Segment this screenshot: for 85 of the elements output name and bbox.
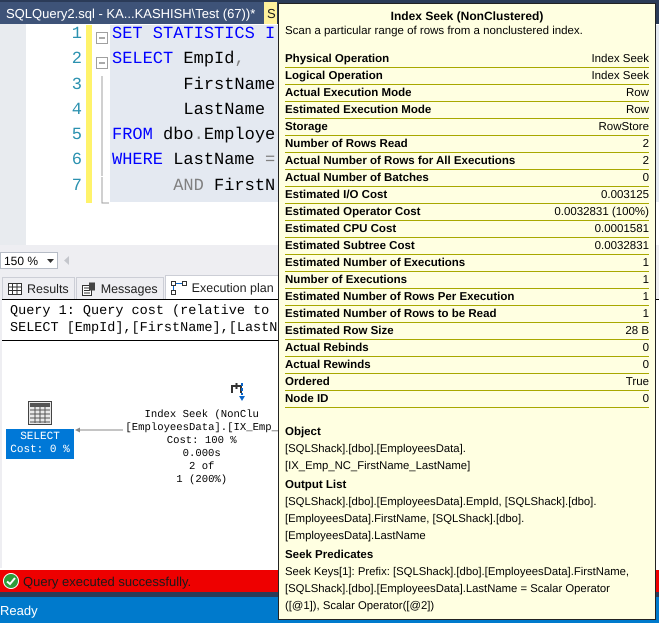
section-text: [SQLShack].[dbo].[EmployeesData]. [IX_Emp_NC_FirstName_LastName] <box>285 442 472 474</box>
result-tab[interactable]: Messages <box>76 277 164 299</box>
code-line: SELECT EmpId, <box>112 50 245 70</box>
property-value: 1 <box>642 307 649 322</box>
property-value: 2 <box>642 137 649 152</box>
line-number: 1 <box>70 25 82 46</box>
property-value: Row <box>626 103 649 118</box>
caret-icon <box>47 258 54 262</box>
property-label: Estimated Execution Mode <box>285 103 432 118</box>
property-value: 0 <box>642 358 649 373</box>
property-value: Row <box>626 86 649 101</box>
line-number: 7 <box>70 176 82 198</box>
property-value: 0.0001581 <box>594 222 649 237</box>
property-value: 0.003125 <box>601 188 649 203</box>
section-heading: Output List <box>285 478 348 493</box>
property-value: 0 <box>642 392 649 407</box>
line-number: 6 <box>70 151 82 172</box>
property-label: Number of Rows Read <box>285 137 408 152</box>
line-number: 5 <box>70 126 82 148</box>
section-text: [SQLShack].[dbo].[EmployeesData].EmpId, [SQLShack].[dbo]. [EmployeesData].FirstName, [SQLShack].[dbo]. [EmployeesData].LastName <box>285 495 598 544</box>
check-icon <box>3 573 19 589</box>
property-label: Estimated I/O Cost <box>285 188 388 203</box>
property-value: 1 <box>642 290 649 305</box>
property-label: Actual Number of Batches <box>285 171 429 186</box>
section-text: Seek Keys[1]: Prefix: [SQLShack].[dbo].[EmployeesData].FirstName, [SQLShack].[dbo].[EmployeesData].LastName = Scalar Operator ([@1]), Scalar Operator([@2]) <box>285 565 630 614</box>
tooltip-title: Index Seek (NonClustered) <box>390 8 544 24</box>
property-label: Actual Rewinds <box>285 358 371 373</box>
plan-node-label[interactable]: SELECT Cost: 0 % <box>6 429 74 459</box>
code-line: WHERE LastName = <box>112 151 276 170</box>
property-label: Storage <box>285 120 328 135</box>
property-label: Actual Rebinds <box>285 341 369 356</box>
property-value: 1 <box>642 273 649 288</box>
property-label: Node ID <box>285 392 328 407</box>
property-label: Estimated Number of Rows to be Read <box>285 307 497 322</box>
status-message: Query executed successfully. <box>23 574 192 588</box>
code-line: FROM dbo.Employe <box>112 126 276 146</box>
property-value: True <box>626 375 649 390</box>
zoom-dropdown[interactable]: 150 % <box>0 252 58 269</box>
property-label: Actual Execution Mode <box>285 86 412 101</box>
property-label: Estimated CPU Cost <box>285 222 396 237</box>
section-heading: Seek Predicates <box>285 548 374 563</box>
property-value: 0 <box>642 171 649 186</box>
property-label: Estimated Number of Executions <box>285 256 466 271</box>
property-label: Ordered <box>285 375 330 390</box>
property-label: Logical Operation <box>285 69 383 84</box>
document-icon <box>82 282 96 296</box>
tooltip-description: Scan a particular range of rows from a nonclustered index. <box>285 24 584 39</box>
property-label: Physical Operation <box>285 52 390 67</box>
property-value: 1 <box>642 256 649 271</box>
code-line: FirstName <box>182 76 276 95</box>
property-value: Index Seek <box>591 52 649 67</box>
code-line: AND FirstN <box>172 176 276 196</box>
property-label: Actual Number of Rows for All Executions <box>285 154 516 169</box>
property-value: 2 <box>642 154 649 169</box>
property-value: 0.0032831 (100%) <box>554 205 649 220</box>
code-line: LastName <box>182 100 266 120</box>
grid-icon <box>8 282 22 294</box>
line-number: 4 <box>70 100 82 122</box>
property-label: Estimated Row Size <box>285 324 394 339</box>
scroll-left-icon[interactable] <box>64 256 69 265</box>
property-value: 28 B <box>625 324 649 339</box>
property-label: Estimated Subtree Cost <box>285 239 415 254</box>
result-tab[interactable]: Results <box>2 277 75 299</box>
property-value: 0.0032831 <box>594 239 649 254</box>
property-label: Estimated Number of Rows Per Execution <box>285 290 514 305</box>
result-tab[interactable]: Execution plan <box>164 275 280 299</box>
query-header-text: Query 1: Query cost (relative to <box>10 303 270 320</box>
flowchart-icon <box>170 280 187 294</box>
code-line: SET STATISTICS I <box>112 25 276 44</box>
document-tab[interactable]: S <box>264 2 277 24</box>
flow-arrow <box>75 427 123 433</box>
document-tab[interactable]: SQLQuery2.sql - KA...KASHISH\Test (67))* <box>0 2 264 24</box>
plan-node-label[interactable]: Index Seek (NonClu [EmployeesData].[IX_Emp_ Cost: 100 % 0.000s 2 of 1 (200%) <box>125 409 278 487</box>
property-label: Number of Executions <box>285 273 408 288</box>
section-heading: Object <box>285 425 322 440</box>
property-value: 0 <box>642 341 649 356</box>
index-seek-icon[interactable] <box>230 381 246 403</box>
table-icon[interactable] <box>28 401 52 425</box>
query-header-text: SELECT [EmpId],[FirstName],[LastN <box>10 320 278 337</box>
property-value: RowStore <box>598 120 649 135</box>
property-label: Estimated Operator Cost <box>285 205 420 220</box>
property-value: Index Seek <box>591 69 649 84</box>
status-text: Ready <box>0 602 38 618</box>
line-number: 2 <box>70 50 82 72</box>
line-number: 3 <box>70 76 82 97</box>
